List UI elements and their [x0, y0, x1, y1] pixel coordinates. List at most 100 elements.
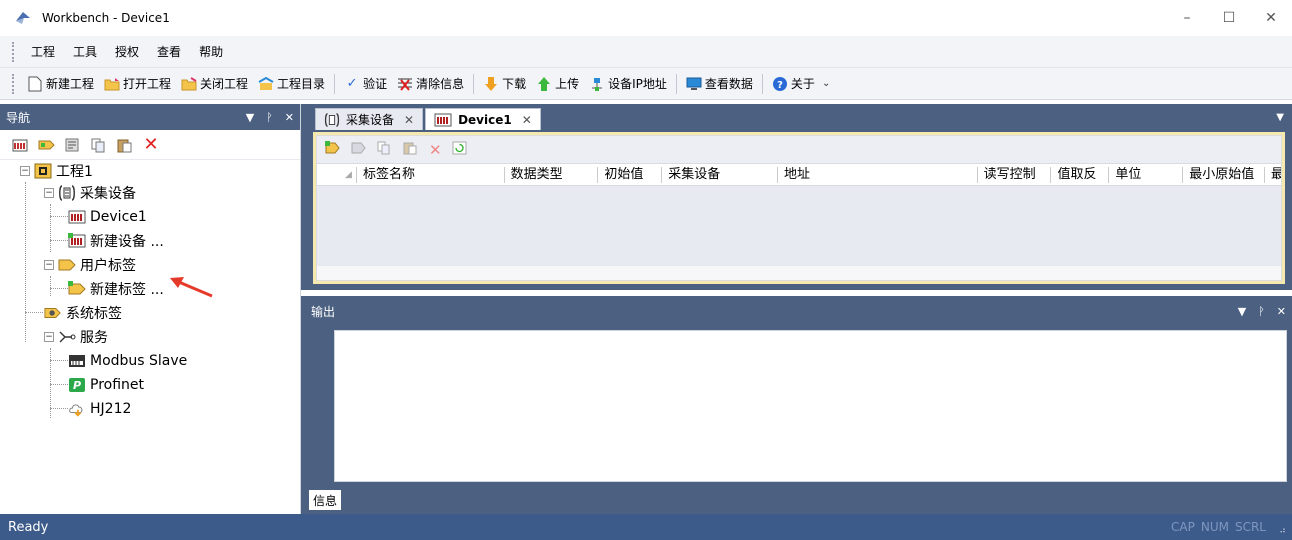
new-file-icon — [27, 76, 43, 92]
tree-item-new-tag[interactable]: 新建标签 ... — [68, 278, 164, 300]
collapse-icon[interactable]: − — [44, 332, 54, 342]
tab-label-device1: Device1 — [458, 112, 512, 127]
copy-icon[interactable] — [377, 141, 393, 158]
delete-icon[interactable]: ✕ — [142, 134, 160, 155]
clear-info-button[interactable]: 清除信息 — [392, 73, 469, 94]
tree-item-modbus[interactable]: Modbus Slave — [68, 350, 187, 372]
tab-device1[interactable]: Device1 ✕ — [425, 108, 541, 130]
add-row-icon[interactable] — [325, 141, 341, 158]
new-project-button[interactable]: 新建工程 — [22, 73, 99, 94]
column-header[interactable]: 最 — [1265, 167, 1281, 183]
column-header[interactable]: 地址 — [778, 166, 978, 183]
device-ip-label: 设备IP地址 — [608, 77, 667, 91]
column-header[interactable]: 单位 — [1109, 166, 1184, 183]
tree-item-user-tags[interactable]: − 用户标签 — [44, 254, 136, 276]
minimize-button[interactable]: – — [1166, 0, 1208, 36]
column-header[interactable]: 标签名称 — [357, 166, 505, 183]
tree-item-profinet[interactable]: P Profinet — [68, 374, 144, 396]
grid-header-row: ◢ 标签名称 数据类型 初始值 采集设备 地址 读写控制 值取反 单位 最小原始… — [317, 164, 1281, 186]
resize-grip-icon[interactable]: ⠴ — [1279, 526, 1286, 536]
status-text: Ready — [8, 519, 49, 535]
project-tree: − 工程1 − 采集设备 Device1 新建设备 ... − 用户标签 新建标… — [0, 160, 300, 418]
tree-item-hj212[interactable]: HJ212 — [68, 398, 131, 420]
tree-item-project[interactable]: − 工程1 — [20, 160, 93, 182]
add-device-icon[interactable] — [12, 136, 30, 154]
toolbar-grip[interactable] — [12, 73, 16, 94]
clear-info-label: 清除信息 — [416, 77, 465, 91]
project-icon — [34, 162, 52, 180]
column-header[interactable]: 读写控制 — [978, 166, 1052, 183]
tree-item-system-tags[interactable]: 系统标签 — [44, 302, 122, 324]
collapse-icon[interactable]: − — [20, 166, 30, 176]
column-header[interactable]: 初始值 — [598, 166, 663, 183]
download-label: 下载 — [502, 77, 527, 91]
output-tab-info[interactable]: 信息 — [309, 490, 342, 510]
column-header[interactable]: 采集设备 — [662, 166, 779, 183]
nav-header: 导航 ▼ ᚹ ✕ — [0, 104, 300, 130]
edit-row-icon[interactable] — [351, 141, 367, 158]
system-tag-icon — [44, 304, 62, 322]
about-button[interactable]: ? 关于 — [767, 73, 820, 94]
menu-tools[interactable]: 工具 — [64, 39, 106, 64]
delete-icon[interactable]: ✕ — [429, 141, 442, 159]
paste-icon[interactable] — [403, 141, 419, 158]
new-device-icon — [68, 232, 86, 250]
properties-icon[interactable] — [64, 136, 82, 154]
pin-icon[interactable]: ᚹ — [1258, 305, 1265, 318]
upload-button[interactable]: 上传 — [531, 73, 584, 94]
new-tag-icon — [68, 280, 86, 298]
paste-icon[interactable] — [116, 136, 134, 154]
tree-item-new-device[interactable]: 新建设备 ... — [68, 230, 164, 252]
column-header[interactable]: 最小原始值 — [1183, 166, 1266, 183]
tab-close-icon[interactable]: ✕ — [404, 113, 414, 127]
pane-close-icon[interactable]: ✕ — [1277, 305, 1286, 318]
open-project-button[interactable]: 打开工程 — [99, 73, 176, 94]
tab-close-icon[interactable]: ✕ — [522, 113, 532, 127]
collapse-icon[interactable]: − — [44, 260, 54, 270]
grid-toolbar: ✕ — [317, 136, 1281, 164]
column-header[interactable]: 数据类型 — [505, 166, 599, 183]
add-tag-icon[interactable] — [38, 136, 56, 154]
menu-help[interactable]: 帮助 — [190, 39, 232, 64]
tab-list-dropdown-icon[interactable]: ▼ — [1276, 112, 1284, 123]
menu-license[interactable]: 授权 — [106, 39, 148, 64]
upload-label: 上传 — [555, 77, 580, 91]
pane-dropdown-icon[interactable]: ▼ — [246, 111, 254, 124]
menu-project[interactable]: 工程 — [22, 39, 64, 64]
tree-item-device1[interactable]: Device1 — [68, 206, 147, 228]
svg-text:P: P — [73, 379, 81, 392]
main-toolbar: 新建工程 打开工程 关闭工程 工程目录 ✓ 验证 清除信息 下载 上传 设备IP… — [0, 68, 1292, 100]
select-all-corner[interactable]: ◢ — [317, 166, 357, 183]
tree-label-new-device: 新建设备 ... — [90, 234, 164, 250]
grid-body[interactable] — [317, 186, 1281, 266]
pane-dropdown-icon[interactable]: ▼ — [1238, 305, 1246, 318]
output-text-area[interactable] — [334, 330, 1287, 482]
device-ip-button[interactable]: 设备IP地址 — [584, 73, 672, 94]
pin-icon[interactable]: ᚹ — [266, 111, 273, 124]
column-header[interactable]: 值取反 — [1051, 166, 1110, 183]
svg-text:?: ? — [777, 80, 783, 91]
tab-collect-devices[interactable]: 采集设备 ✕ — [315, 108, 424, 130]
maximize-button[interactable]: ☐ — [1208, 0, 1250, 36]
tree-label-profinet: Profinet — [90, 377, 145, 393]
menu-view[interactable]: 查看 — [148, 39, 190, 64]
view-data-button[interactable]: 查看数据 — [681, 73, 758, 94]
collapse-icon[interactable]: − — [44, 188, 54, 198]
tree-item-services[interactable]: − 服务 — [44, 326, 108, 348]
tree-item-collect-devices[interactable]: − 采集设备 — [44, 182, 136, 204]
project-dir-button[interactable]: 工程目录 — [253, 73, 330, 94]
close-project-button[interactable]: 关闭工程 — [176, 73, 253, 94]
open-project-label: 打开工程 — [123, 77, 172, 91]
output-title: 输出 — [311, 304, 336, 319]
toolbar-overflow-icon[interactable]: ⌄ — [822, 78, 830, 89]
download-button[interactable]: 下载 — [478, 73, 531, 94]
nav-toolbar: ✕ — [0, 130, 300, 160]
open-folder-icon — [104, 76, 120, 92]
close-button[interactable]: ✕ — [1250, 0, 1292, 36]
clear-list-icon — [397, 76, 413, 92]
refresh-icon[interactable] — [452, 141, 468, 158]
pane-close-icon[interactable]: ✕ — [285, 111, 294, 124]
verify-button[interactable]: ✓ 验证 — [339, 73, 392, 94]
menubar-grip[interactable] — [12, 41, 16, 62]
copy-icon[interactable] — [90, 136, 108, 154]
